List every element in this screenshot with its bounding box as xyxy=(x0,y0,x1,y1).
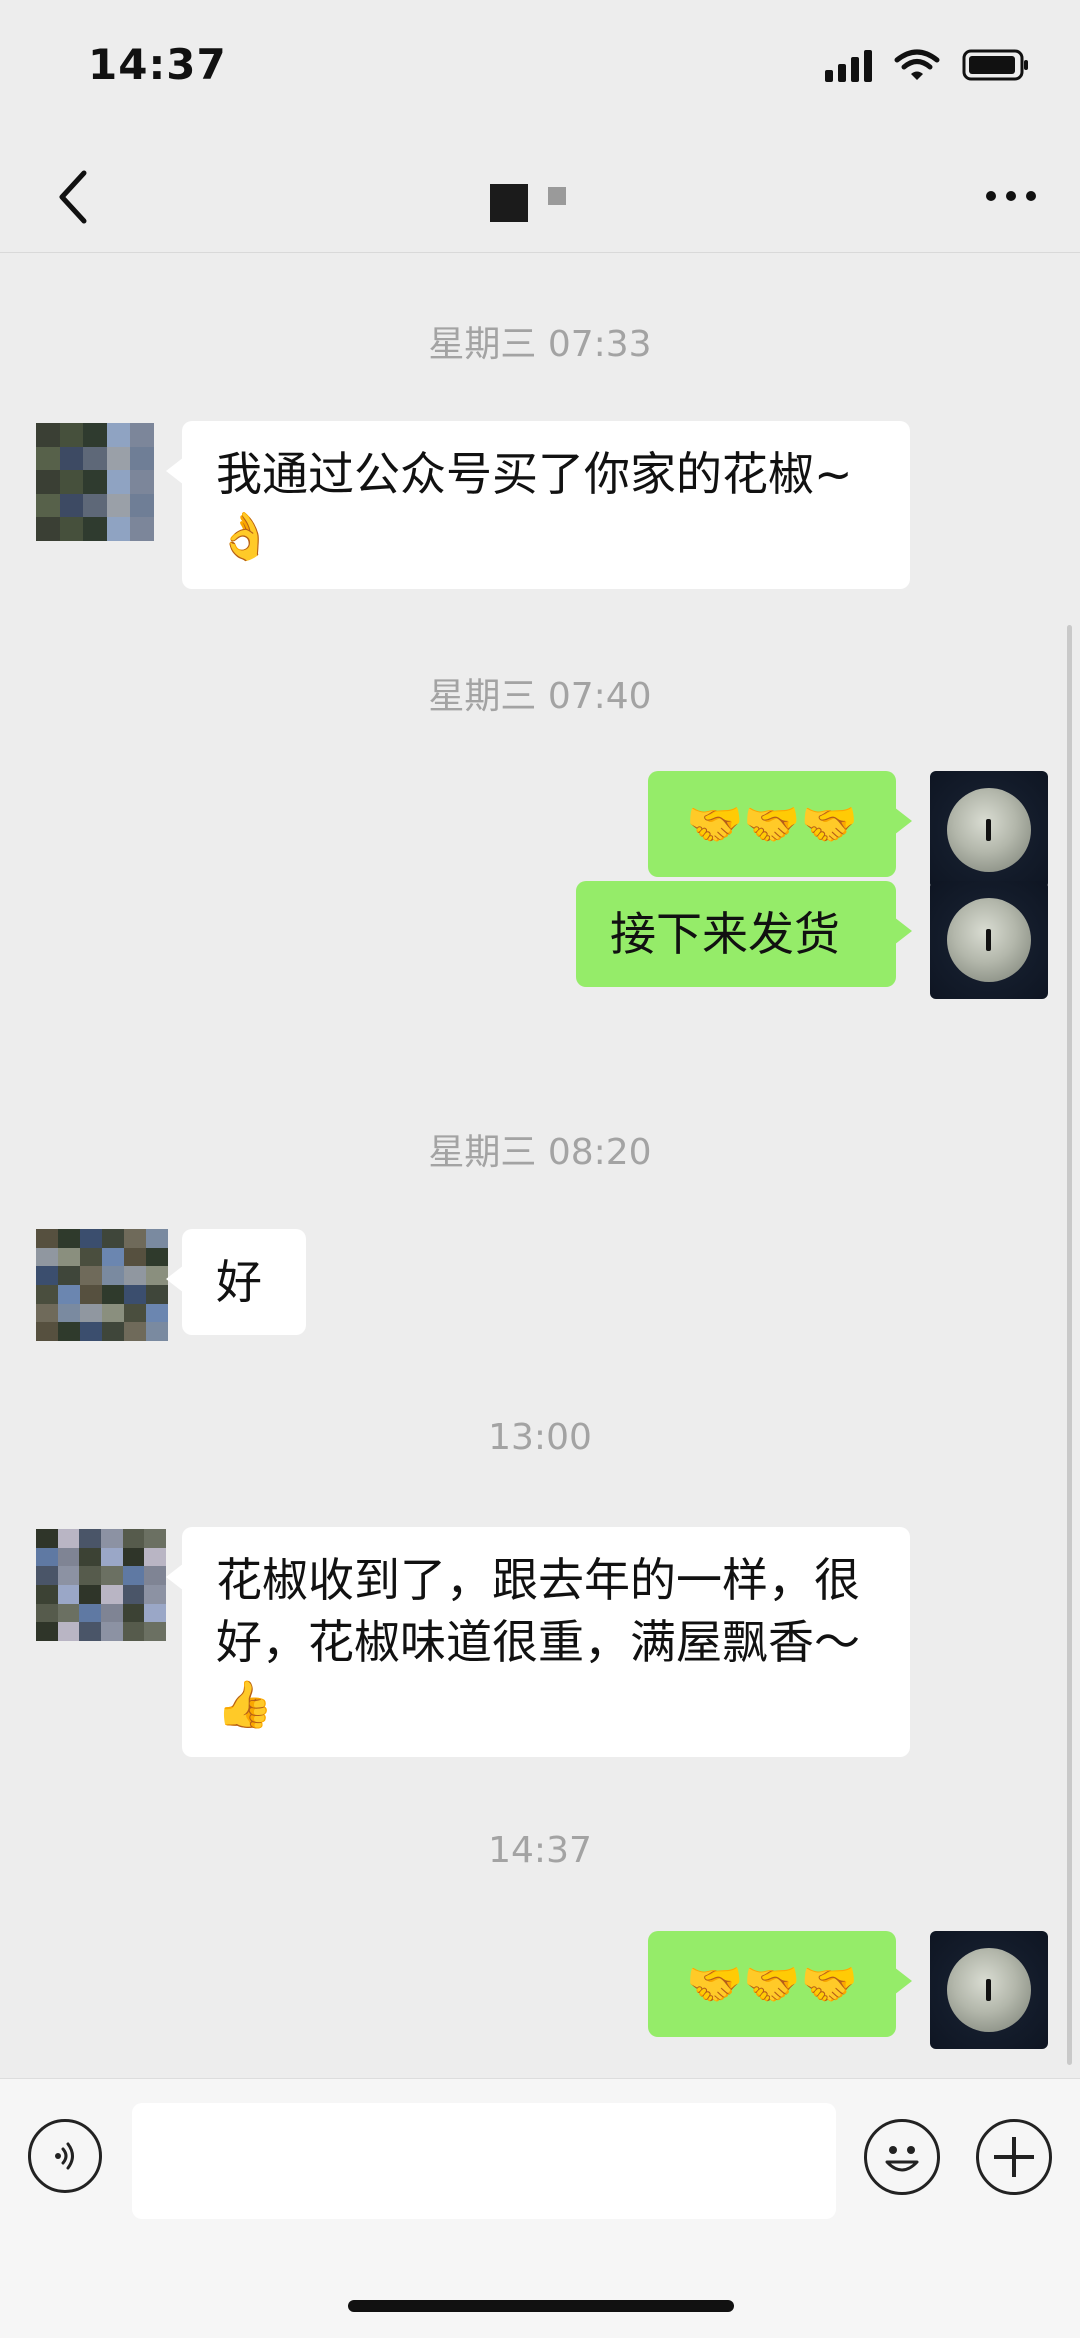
contact-avatar[interactable] xyxy=(36,1229,168,1341)
message-input-bar xyxy=(0,2078,1080,2338)
voice-button[interactable] xyxy=(28,2119,102,2193)
sent-message-bubble[interactable]: 🤝🤝🤝 xyxy=(648,1931,912,2037)
message-input[interactable] xyxy=(132,2103,836,2219)
chevron-left-icon xyxy=(59,170,87,224)
my-avatar[interactable] xyxy=(930,1931,1048,2049)
scrollbar[interactable] xyxy=(1067,625,1072,2065)
received-message-bubble[interactable]: 好 xyxy=(166,1229,306,1335)
message-timestamp: 星期三 07:40 xyxy=(428,676,652,717)
status-time: 14:37 xyxy=(88,40,227,89)
plus-button[interactable] xyxy=(976,2119,1052,2195)
received-message-bubble[interactable]: 我通过公众号买了你家的花椒~👌 xyxy=(166,421,910,589)
wifi-icon xyxy=(894,48,940,82)
home-indicator[interactable] xyxy=(348,2300,734,2312)
contact-avatar[interactable] xyxy=(36,1529,166,1641)
emoji-icon xyxy=(885,2146,919,2172)
my-avatar[interactable] xyxy=(930,771,1048,889)
more-button[interactable] xyxy=(976,166,1046,226)
message-timestamp: 14:37 xyxy=(488,1830,592,1871)
chat-header xyxy=(0,140,1080,253)
received-message-bubble[interactable]: 花椒收到了，跟去年的一样，很好，花椒味道很重，满屋飘香～👍 xyxy=(166,1527,910,1757)
status-icons xyxy=(825,48,1030,82)
chat-messages[interactable]: 星期三 07:33 我通过公众号买了你家的花椒~👌 星期三 07:40 🤝🤝🤝 … xyxy=(0,253,1080,2077)
emoji-button[interactable] xyxy=(864,2119,940,2195)
message-timestamp: 13:00 xyxy=(488,1417,592,1458)
contact-name-pixelated xyxy=(490,170,566,222)
cellular-signal-icon xyxy=(825,48,872,82)
battery-icon xyxy=(962,48,1030,82)
message-timestamp: 星期三 08:20 xyxy=(428,1132,652,1173)
sent-message-bubble[interactable]: 接下来发货 xyxy=(576,881,912,987)
more-dots-icon xyxy=(986,191,996,201)
voice-icon xyxy=(55,2142,74,2170)
message-timestamp: 星期三 07:33 xyxy=(428,324,652,365)
status-bar: 14:37 xyxy=(0,0,1080,140)
contact-avatar[interactable] xyxy=(36,423,154,541)
back-button[interactable] xyxy=(38,162,108,232)
moon-avatar-icon xyxy=(930,771,1048,889)
sent-message-bubble[interactable]: 🤝🤝🤝 xyxy=(648,771,912,877)
moon-avatar-icon xyxy=(930,1931,1048,2049)
my-avatar[interactable] xyxy=(930,881,1048,999)
moon-avatar-icon xyxy=(930,881,1048,999)
